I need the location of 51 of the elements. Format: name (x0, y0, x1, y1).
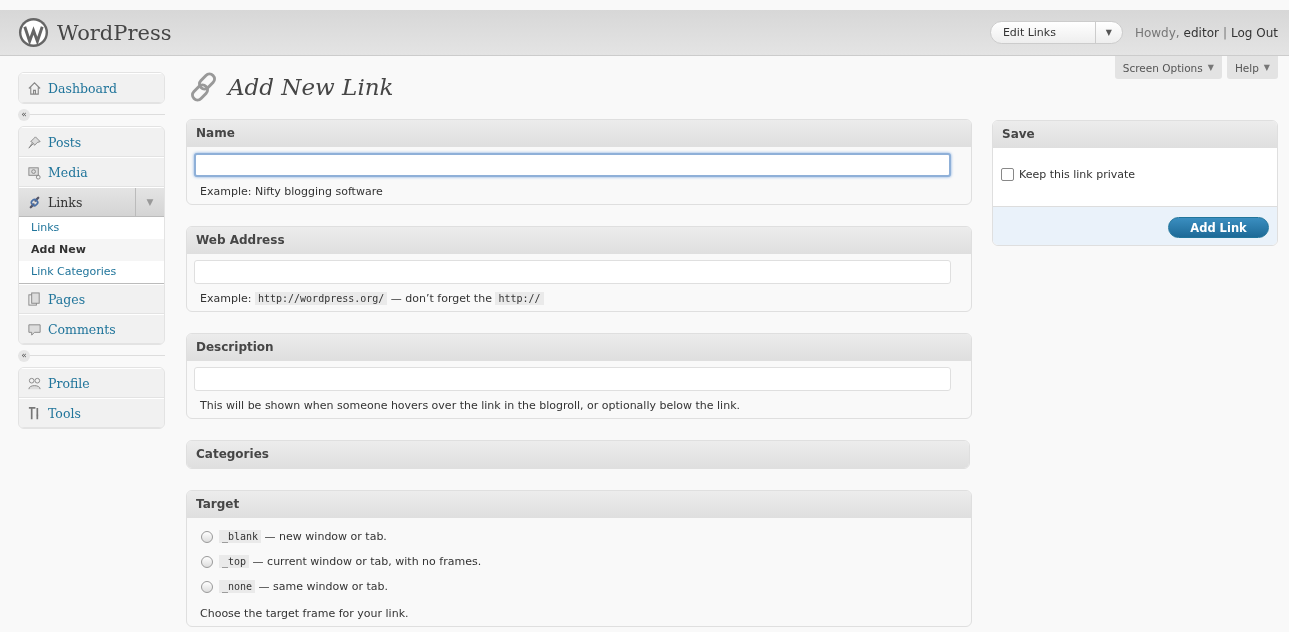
menu-item[interactable]: Comments (19, 314, 164, 344)
add-link-button[interactable]: Add Link (1168, 217, 1269, 238)
menu-item[interactable]: Dashboard (19, 73, 164, 103)
radio-button[interactable] (201, 580, 213, 593)
submenu-item[interactable]: Link Categories (19, 261, 164, 283)
box-heading[interactable]: Name (187, 120, 971, 147)
menu-item[interactable]: Profile (19, 368, 164, 398)
checkbox[interactable] (1001, 168, 1014, 181)
radio-label: _top — current window or tab, with no frames. (219, 555, 482, 568)
radio-button[interactable] (201, 530, 213, 543)
box-heading[interactable]: Target (187, 491, 971, 518)
separator-text: | (1222, 25, 1227, 40)
box-heading[interactable]: Save (993, 121, 1277, 148)
help-text: Example: Nifty blogging software (200, 184, 384, 200)
people-icon (27, 375, 42, 391)
text-field[interactable] (194, 153, 951, 177)
menu-item[interactable]: Links ▼ (19, 187, 164, 217)
pages-icon (27, 291, 42, 307)
menu-item[interactable]: Pages (19, 284, 164, 314)
speech-bubble-icon (27, 321, 42, 337)
greeting-text: Howdy, (1134, 25, 1180, 40)
caret-icon: ▼ (1263, 63, 1270, 72)
help-text: Example: http://wordpress.org/ — don’t forget the http:// (200, 291, 951, 307)
username-link[interactable]: editor (1183, 25, 1219, 40)
radio-label: _none — same window or tab. (219, 580, 389, 593)
submenu-item[interactable]: Links (19, 217, 164, 239)
radio-button[interactable] (201, 555, 213, 568)
logo-icon (18, 17, 49, 48)
caret-icon: ▼ (1207, 63, 1214, 72)
submenu-item[interactable]: Add New (19, 239, 164, 261)
screen-meta-tab[interactable]: Screen Options ▼ (1114, 56, 1222, 79)
favorite-actions-dropdown[interactable]: Edit Links ▼ (989, 21, 1123, 44)
help-text: Choose the target frame for your link. (200, 606, 410, 622)
checkbox-label: Keep this link private (1019, 168, 1136, 181)
box-heading[interactable]: Categories (187, 441, 969, 468)
pushpin-icon (27, 134, 42, 150)
house-icon (27, 80, 42, 96)
help-text: This will be shown when someone hovers over the link in the blogroll, or optionally below the link. (200, 398, 741, 414)
menu-item[interactable]: Tools (19, 398, 164, 428)
box-heading[interactable]: Web Address (187, 227, 971, 254)
logout-link[interactable]: Log Out (1231, 25, 1278, 40)
site-title[interactable]: WordPress (57, 20, 172, 45)
menu-item[interactable]: Posts (19, 127, 164, 157)
page-title: Add New Link (228, 74, 394, 100)
radio-label: _blank — new window or tab. (219, 530, 387, 543)
chain-link-icon (27, 194, 42, 210)
box-heading[interactable]: Description (187, 334, 971, 361)
camera-icon (27, 164, 42, 180)
screen-meta-tab[interactable]: Help ▼ (1226, 56, 1278, 79)
menu-item[interactable]: Media (19, 157, 164, 187)
dropdown-toggle[interactable]: ▼ (1094, 22, 1122, 43)
